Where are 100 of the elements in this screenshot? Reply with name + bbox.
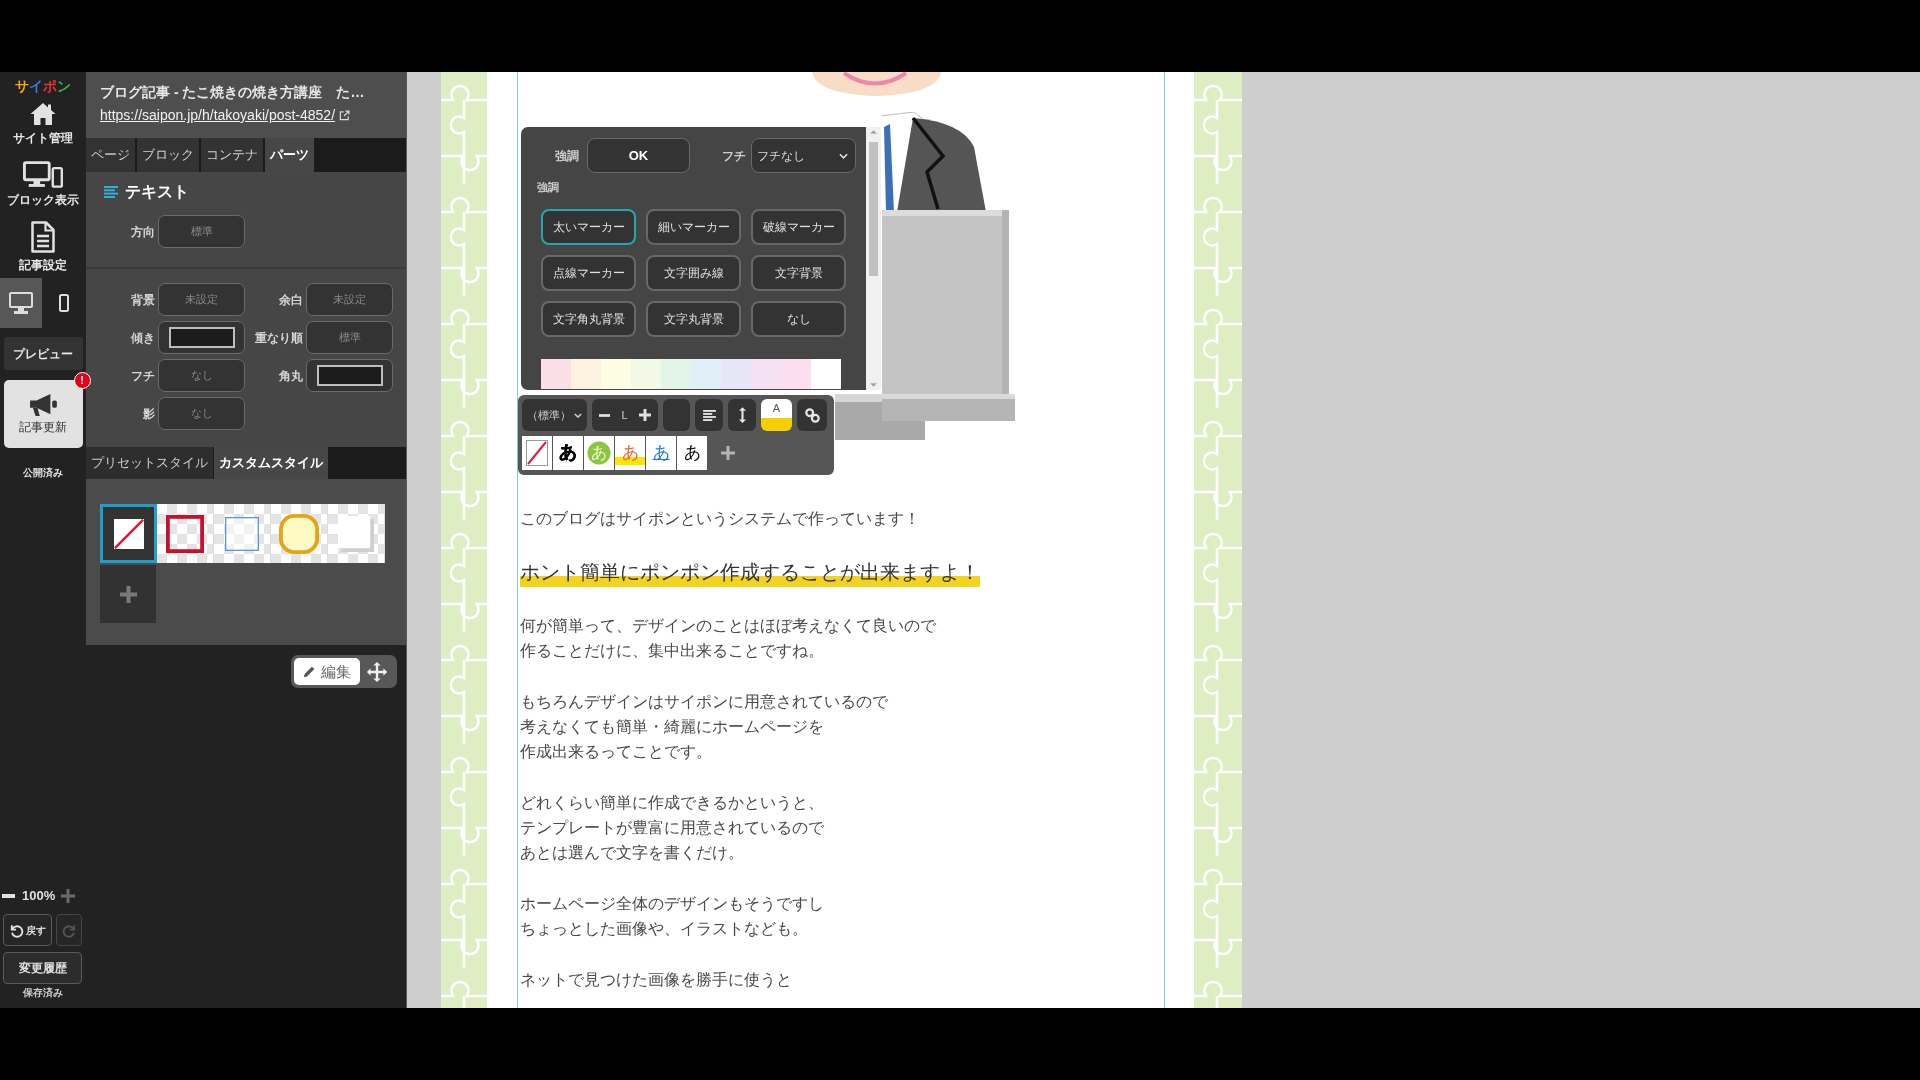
zoom-in-icon[interactable] xyxy=(61,889,76,903)
field-label: 角丸 xyxy=(279,367,303,385)
field-label: 方向 xyxy=(131,223,155,241)
megaphone-icon xyxy=(28,393,58,417)
rounded-square-icon xyxy=(279,513,319,554)
property-field[interactable] xyxy=(158,321,245,354)
slash-icon xyxy=(526,439,548,466)
caret-icon xyxy=(574,412,582,418)
text-style-button[interactable]: あ xyxy=(553,435,583,470)
article-paragraph: 何が簡単って、デザインのことはほぼ考えなくて良いので 作ることだけに、集中出来ることですね。 xyxy=(520,616,936,661)
property-field[interactable]: 未設定 xyxy=(158,283,245,316)
emphasis-option[interactable]: なし xyxy=(751,301,846,337)
emphasis-option[interactable]: 破線マーカー xyxy=(751,209,846,245)
text-style-button[interactable]: あ xyxy=(615,435,645,470)
history-button[interactable]: 変更履歴 xyxy=(3,952,82,984)
undo-button[interactable]: 戻す xyxy=(3,914,52,946)
home-icon xyxy=(30,102,56,126)
publish-status: 公開済み xyxy=(23,466,63,480)
plus-icon[interactable] xyxy=(639,409,651,421)
article-paragraph: もちろんデザインはサイポンに用意されているので 考えなくても簡単・綺麗にホームページを 作成出来るってことです。 xyxy=(520,692,888,762)
monitor-icon xyxy=(9,292,33,314)
panel-tab[interactable]: パーツ xyxy=(265,138,314,172)
direction-field[interactable]: 標準 xyxy=(158,215,245,248)
section-title: テキスト xyxy=(125,182,189,202)
style-swatch[interactable] xyxy=(100,504,157,563)
align-left-icon xyxy=(702,409,716,421)
text-lines-icon xyxy=(104,186,118,198)
preview-button[interactable]: プレビュー xyxy=(3,337,83,370)
emphasis-option[interactable]: 文字背景 xyxy=(751,255,846,291)
article-paragraph: ネットで見つけた画像を勝手に使うと xyxy=(520,970,792,990)
scroll-down-icon[interactable] xyxy=(870,383,877,387)
emphasis-option[interactable]: 太いマーカー xyxy=(541,209,636,245)
devices-icon xyxy=(23,161,63,188)
property-field[interactable] xyxy=(306,359,393,392)
phone-icon xyxy=(59,294,69,312)
save-status: 保存済み xyxy=(23,986,63,1000)
panel-tab[interactable]: ブロック xyxy=(137,138,199,172)
font-select[interactable]: （標準） xyxy=(522,399,587,431)
article-paragraph: どれくらい簡単に作成できるかというと、 テンプレートが豊富に用意されているので あとは選んで文字を書くだけ。 xyxy=(520,793,824,863)
text-color-button[interactable]: A xyxy=(761,399,792,431)
color-swatch[interactable] xyxy=(811,359,841,389)
color-swatch[interactable] xyxy=(661,359,691,389)
color-swatch[interactable] xyxy=(571,359,601,389)
style-tab[interactable]: カスタムスタイル xyxy=(214,447,328,479)
property-field[interactable]: 未設定 xyxy=(306,283,393,316)
align-button[interactable] xyxy=(695,399,723,431)
page-title: ブログ記事 - たこ焼きの焼き方講座 た… xyxy=(100,83,365,101)
zoom-level: 100% xyxy=(22,888,56,904)
field-label: 背景 xyxy=(131,291,155,309)
line-height-button[interactable] xyxy=(728,399,756,431)
color-swatch[interactable] xyxy=(541,359,571,389)
color-swatch[interactable] xyxy=(781,359,811,389)
field-label: フチ xyxy=(722,147,746,165)
panel-tab[interactable]: ページ xyxy=(86,138,135,172)
color-swatch[interactable] xyxy=(691,359,721,389)
emphasis-option[interactable]: 細いマーカー xyxy=(646,209,741,245)
shadowed-square-icon xyxy=(338,515,374,552)
document-icon xyxy=(31,221,55,253)
color-swatch[interactable] xyxy=(601,359,631,389)
property-field[interactable]: なし xyxy=(158,359,245,392)
field-label: 影 xyxy=(143,405,155,423)
scroll-up-icon[interactable] xyxy=(870,130,877,134)
color-swatch[interactable] xyxy=(751,359,781,389)
nav-button[interactable]: ブロック表示 xyxy=(7,161,79,208)
emphasis-option[interactable]: 文字囲み線 xyxy=(646,255,741,291)
emphasis-option[interactable]: 点線マーカー xyxy=(541,255,636,291)
ok-button[interactable]: OK xyxy=(587,138,690,173)
link-icon xyxy=(804,407,820,423)
color-swatch[interactable] xyxy=(721,359,751,389)
text-style-button[interactable]: あ xyxy=(677,435,707,470)
external-link-icon[interactable] xyxy=(339,109,351,121)
device-toggle-button[interactable] xyxy=(0,278,42,328)
article-paragraph: ホームページ全体のデザインもそうですし ちょっとした画像や、イラストなども。 xyxy=(520,894,824,939)
style-tab[interactable]: プリセットスタイル xyxy=(86,447,213,479)
empty-toolbar-button[interactable] xyxy=(663,399,690,431)
panel-tab[interactable]: コンテナ xyxy=(201,138,263,172)
value-input[interactable] xyxy=(316,365,383,386)
font-size-value: L xyxy=(621,407,628,423)
add-style-icon[interactable] xyxy=(721,445,735,460)
edit-button[interactable]: 編集 xyxy=(294,658,360,685)
property-field[interactable]: 標準 xyxy=(306,321,393,354)
text-style-button[interactable] xyxy=(522,435,552,470)
link-button[interactable] xyxy=(797,399,827,431)
page-url-link[interactable]: https://saipon.jp/h/takoyaki/post-4852/ xyxy=(100,106,336,124)
property-field[interactable]: なし xyxy=(158,397,245,430)
redo-icon xyxy=(61,922,77,938)
value-input[interactable] xyxy=(168,327,235,348)
thin-square-icon xyxy=(225,516,259,551)
emphasis-option[interactable]: 文字丸背景 xyxy=(646,301,741,337)
nav-button[interactable]: 記事設定 xyxy=(19,221,67,273)
desk-drawing xyxy=(835,394,882,440)
minus-icon[interactable] xyxy=(599,413,610,417)
move-icon[interactable] xyxy=(366,660,388,683)
scrollbar-thumb[interactable] xyxy=(869,142,878,276)
emphasis-option[interactable]: 文字角丸背景 xyxy=(541,301,636,337)
border-select[interactable]: フチなし xyxy=(751,138,856,173)
color-swatch[interactable] xyxy=(631,359,661,389)
pencil-icon xyxy=(303,665,316,678)
vertical-arrows-icon xyxy=(738,407,746,423)
nav-button[interactable]: サイト管理 xyxy=(13,102,73,146)
